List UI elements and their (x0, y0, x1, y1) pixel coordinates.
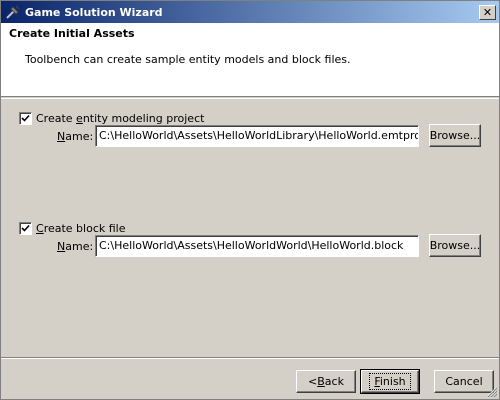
title-bar[interactable]: Game Solution Wizard ✕ (1, 1, 499, 23)
wizard-header: Create Initial Assets Toolbench can crea… (1, 23, 499, 97)
header-divider (1, 98, 499, 99)
close-icon: ✕ (482, 5, 493, 19)
block-file-checkbox-row[interactable]: Create block file (19, 221, 489, 235)
block-file-path-input[interactable]: C:\HelloWorld\Assets\HelloWorldWorld\Hel… (95, 235, 419, 257)
block-file-name-label: Name: (57, 240, 94, 253)
window-title: Game Solution Wizard (25, 5, 163, 19)
finish-button-label: Finish (369, 373, 411, 390)
entity-project-path-input[interactable]: C:\HelloWorld\Assets\HelloWorldLibrary\H… (95, 125, 419, 147)
entity-project-checkbox-label: Create entity modeling project (36, 111, 205, 125)
toolbench-app-icon (6, 5, 20, 19)
page-description: Toolbench can create sample entity model… (25, 53, 351, 66)
block-file-group: Create block file Name: C:\HelloWorld\As… (19, 221, 489, 257)
entity-project-checkbox[interactable] (19, 111, 32, 125)
footer-divider-highlight (1, 358, 499, 359)
block-file-browse-button[interactable]: Browse... (429, 234, 481, 257)
wizard-window: Game Solution Wizard ✕ Create Initial As… (0, 0, 500, 400)
back-button-mnemonic: B (317, 375, 325, 388)
block-file-checkbox[interactable] (19, 221, 32, 235)
finish-button[interactable]: Finish (360, 369, 420, 394)
block-file-checkbox-label: Create block file (36, 221, 126, 235)
back-button[interactable]: < Back (296, 370, 356, 393)
checkmark-icon (21, 114, 30, 122)
close-button[interactable]: ✕ (479, 4, 496, 20)
entity-project-name-label: Name: (57, 130, 94, 143)
checkmark-icon (21, 224, 30, 232)
entity-project-group: Create entity modeling project Name: C:\… (19, 111, 489, 147)
resize-grip-icon[interactable] (485, 385, 497, 397)
page-title: Create Initial Assets (9, 27, 135, 40)
back-button-prefix: < (308, 375, 318, 388)
back-button-label: ack (324, 375, 344, 388)
entity-project-browse-button[interactable]: Browse... (429, 124, 481, 147)
entity-project-checkbox-row[interactable]: Create entity modeling project (19, 111, 489, 125)
